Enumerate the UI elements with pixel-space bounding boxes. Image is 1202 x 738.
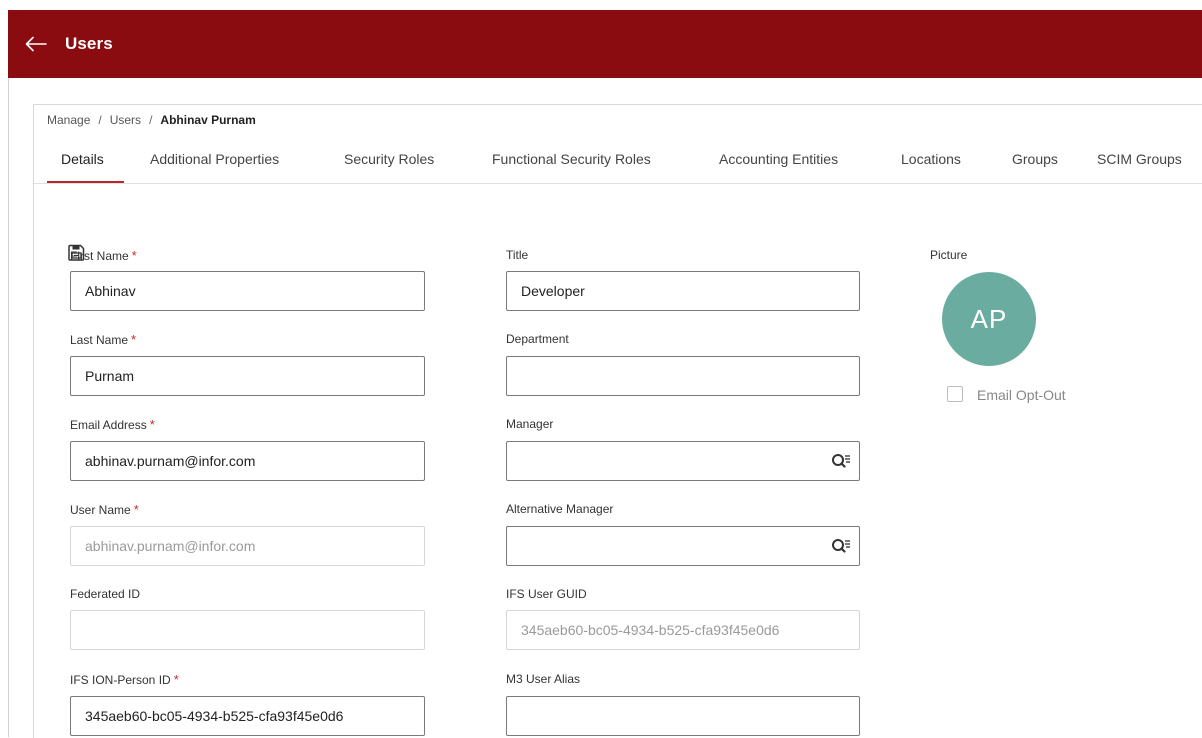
tab-functional-security-roles[interactable]: Functional Security Roles — [492, 151, 651, 167]
search-lookup-icon[interactable] — [831, 453, 851, 471]
ion-person-id-field[interactable]: 345aeb60-bc05-4934-b525-cfa93f45e0d6 — [70, 696, 425, 736]
title-label: Title — [506, 248, 529, 262]
tab-accounting-entities[interactable]: Accounting Entities — [719, 151, 838, 167]
federated-id-field — [70, 610, 425, 650]
first-name-label: First Name * — [70, 248, 137, 263]
tab-security-roles[interactable]: Security Roles — [344, 151, 434, 167]
page-title: Users — [65, 34, 113, 53]
manager-field[interactable] — [506, 441, 860, 481]
picture-label: Picture — [930, 248, 968, 262]
email-opt-out-checkbox[interactable] — [947, 386, 963, 402]
ifs-user-guid-label: IFS User GUID — [506, 587, 587, 601]
department-label: Department — [506, 332, 569, 346]
title-field[interactable]: Developer — [506, 271, 860, 311]
tab-groups[interactable]: Groups — [1012, 151, 1058, 167]
breadcrumb-current: Abhinav Purnam — [160, 113, 256, 127]
last-name-label: Last Name * — [70, 332, 137, 347]
divider — [34, 183, 1202, 184]
user-name-label: User Name * — [70, 502, 139, 517]
divider — [8, 78, 9, 737]
user-name-field: abhinav.purnam@infor.com — [70, 526, 425, 566]
ion-person-id-label: IFS ION-Person ID * — [70, 672, 179, 687]
email-label: Email Address * — [70, 417, 155, 432]
breadcrumb: Manage / Users / Abhinav Purnam — [47, 113, 256, 127]
breadcrumb-manage[interactable]: Manage — [47, 113, 90, 127]
tab-scim-groups[interactable]: SCIM Groups — [1097, 151, 1182, 167]
department-field[interactable] — [506, 356, 860, 396]
app-header: Users — [8, 10, 1202, 78]
avatar[interactable]: AP — [942, 272, 1036, 366]
email-opt-out-label[interactable]: Email Opt-Out — [977, 387, 1066, 403]
tab-locations[interactable]: Locations — [901, 151, 961, 167]
m3-user-alias-label: M3 User Alias — [506, 672, 581, 686]
email-field[interactable]: abhinav.purnam@infor.com — [70, 441, 425, 481]
tab-details[interactable]: Details — [61, 151, 104, 167]
federated-id-label: Federated ID — [70, 587, 141, 601]
m3-user-alias-field[interactable] — [506, 696, 860, 736]
user-details-panel: Manage / Users / Abhinav Purnam Details Addi… — [33, 104, 1202, 738]
breadcrumb-separator: / — [149, 113, 153, 127]
breadcrumb-users[interactable]: Users — [110, 113, 141, 127]
first-name-field[interactable]: Abhinav — [70, 271, 425, 311]
alt-manager-label: Alternative Manager — [506, 502, 614, 516]
arrow-left-icon[interactable] — [25, 34, 51, 54]
tab-additional-properties[interactable]: Additional Properties — [150, 151, 279, 167]
manager-label: Manager — [506, 417, 554, 431]
ifs-user-guid-field: 345aeb60-bc05-4934-b525-cfa93f45e0d6 — [506, 610, 860, 650]
search-lookup-icon[interactable] — [831, 538, 851, 556]
breadcrumb-separator: / — [98, 113, 102, 127]
last-name-field[interactable]: Purnam — [70, 356, 425, 396]
alt-manager-field[interactable] — [506, 526, 860, 566]
